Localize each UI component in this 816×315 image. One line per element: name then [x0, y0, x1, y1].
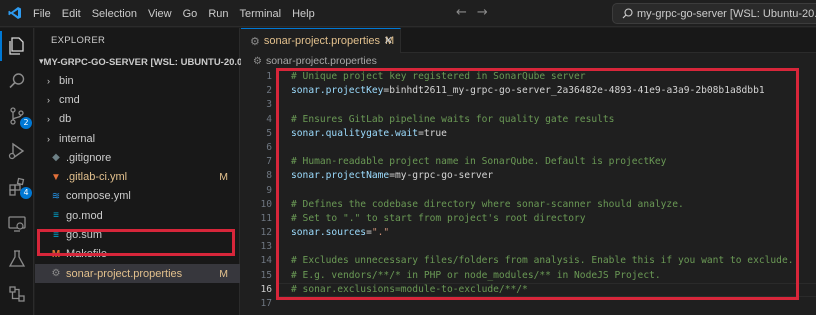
file-item-compose-yml[interactable]: ≋ compose.yml [35, 187, 240, 206]
tree-item-label: sonar-project.properties [66, 267, 183, 280]
folder-item-cmd[interactable]: › cmd [35, 90, 240, 109]
line-number: 11 [260, 212, 272, 224]
forward-arrow-icon[interactable]: → [477, 6, 488, 20]
gear-icon: ⚙ [250, 35, 260, 48]
git-modified-badge: M [219, 267, 228, 280]
line-number: 2 [266, 85, 272, 97]
line-number: 8 [266, 170, 272, 182]
breadcrumb: ⚙ sonar-project.properties [253, 55, 377, 67]
tree-item-label: go.mod [66, 209, 103, 222]
extensions-badge: 4 [20, 187, 32, 199]
file-item-sonar-project-properties[interactable]: ⚙ sonar-project.properties M [35, 263, 240, 284]
menu-item-run[interactable]: Run [208, 8, 228, 20]
tree-item-label: internal [59, 132, 96, 145]
line-number: 15 [260, 269, 272, 281]
navigation-arrows: ← → [456, 6, 488, 20]
vscode-logo-icon [8, 7, 21, 19]
line-number: 4 [266, 113, 272, 125]
menu-item-go[interactable]: Go [183, 8, 198, 20]
chevron-right-icon: › [47, 114, 50, 125]
line-number: 6 [266, 141, 272, 153]
line-number: 7 [266, 156, 272, 168]
breadcrumb-file[interactable]: sonar-project.properties [266, 55, 377, 67]
title-bar: File Edit Selection View Go Run Terminal Help ←… [0, 0, 816, 27]
tree-item-label: db [59, 113, 72, 126]
workspace-folder-label: MY-GRPC-GO-SERVER [WSL: UBUNTU-20.04] [43, 56, 251, 68]
chevron-right-icon: › [47, 133, 50, 144]
compose-file-icon: ≋ [51, 190, 61, 202]
line-number: 9 [266, 184, 272, 196]
highlight-box-code [276, 68, 799, 300]
line-number: 17 [260, 298, 272, 309]
activity-bar: 2 4 [0, 28, 34, 315]
tree-item-label: compose.yml [66, 190, 131, 203]
run-debug-icon[interactable] [7, 141, 27, 161]
menu-item-edit[interactable]: Edit [62, 8, 81, 20]
folder-item-bin[interactable]: › bin [35, 71, 240, 90]
properties-file-icon: ⚙ [51, 268, 61, 280]
line-number: 1 [266, 71, 272, 82]
command-center-label: my-grpc-go-server [WSL: Ubuntu-20.04] [637, 7, 816, 20]
tab-label: sonar-project.properties [263, 35, 381, 47]
tab-sonar-project-properties[interactable]: ⚙ sonar-project.properties M ✕ [241, 28, 401, 53]
testing-icon[interactable] [7, 249, 27, 269]
line-number: 5 [266, 127, 272, 139]
file-item-gitlab-ci-yml[interactable]: ▼ .gitlab-ci.yml M [35, 167, 240, 186]
tree-item-label: .gitlab-ci.yml [66, 171, 128, 184]
back-arrow-icon[interactable]: ← [456, 6, 467, 20]
folder-item-internal[interactable]: › internal [35, 129, 240, 148]
line-number: 16 [260, 283, 272, 295]
gitignore-file-icon: ◆ [52, 152, 60, 164]
line-number: 13 [260, 241, 272, 253]
close-icon[interactable]: ✕ [384, 34, 393, 47]
line-number: 10 [260, 198, 272, 210]
file-item-go-mod[interactable]: ≡ go.mod [35, 206, 240, 225]
command-center[interactable]: my-grpc-go-server [WSL: Ubuntu-20.04] [612, 3, 816, 24]
menu-bar: File Edit Selection View Go Run Terminal Help [33, 0, 326, 27]
menu-item-terminal[interactable]: Terminal [240, 8, 282, 20]
search-icon[interactable] [7, 71, 27, 91]
line-number: 3 [266, 99, 272, 111]
tab-bar: ⚙ sonar-project.properties M ✕ [241, 28, 816, 53]
remote-explorer-icon[interactable] [7, 214, 27, 234]
chevron-right-icon: › [47, 75, 50, 86]
source-control-icon[interactable]: 2 [7, 106, 32, 129]
workspace-folder-header[interactable]: ▾ MY-GRPC-GO-SERVER [WSL: UBUNTU-20.04] [35, 52, 251, 72]
extensions-icon[interactable]: 4 [7, 176, 32, 199]
source-control-badge: 2 [20, 117, 32, 129]
chevron-right-icon: › [47, 94, 50, 105]
gear-icon: ⚙ [253, 55, 262, 67]
gomod-file-icon: ≡ [53, 210, 59, 222]
line-number: 12 [260, 227, 272, 239]
menu-item-help[interactable]: Help [292, 8, 315, 20]
tree-item-label: .gitignore [66, 151, 112, 164]
file-item-gitignore[interactable]: ◆ .gitignore [35, 148, 240, 167]
explorer-title: EXPLORER [51, 35, 106, 46]
tree-item-label: bin [59, 74, 74, 87]
explorer-icon[interactable] [0, 31, 27, 61]
git-modified-badge: M [219, 171, 228, 184]
gitlab-file-icon: ▼ [51, 171, 61, 183]
explorer-sidebar: EXPLORER ▾ MY-GRPC-GO-SERVER [WSL: UBUNT… [35, 28, 251, 315]
menu-item-file[interactable]: File [33, 8, 51, 20]
menu-item-view[interactable]: View [148, 8, 172, 20]
line-number: 14 [260, 255, 272, 267]
highlight-box-file [37, 229, 235, 256]
tree-item-label: cmd [59, 93, 80, 106]
docker-icon[interactable] [7, 284, 27, 304]
folder-item-db[interactable]: › db [35, 110, 240, 129]
search-icon [622, 8, 633, 19]
menu-item-selection[interactable]: Selection [92, 8, 137, 20]
